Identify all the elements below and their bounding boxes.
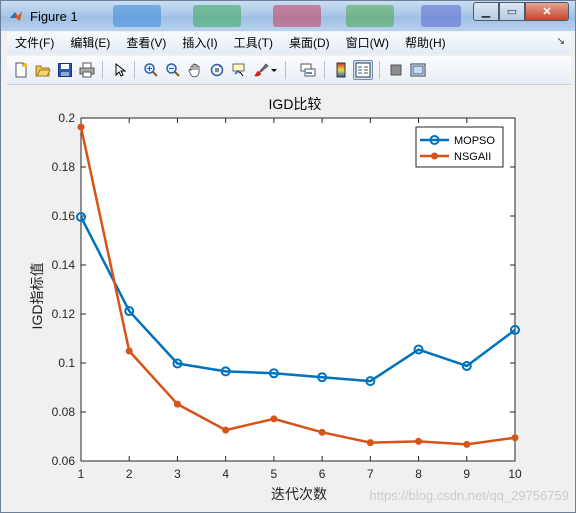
matlab-logo-icon <box>10 11 22 21</box>
x-tick-label: 8 <box>415 467 422 481</box>
legend[interactable]: MOPSO NSGAII <box>415 126 504 168</box>
menu-file[interactable]: 文件(F) <box>7 32 62 54</box>
x-tick-label: 2 <box>126 467 133 481</box>
data-point-nsgaii[interactable] <box>511 434 519 442</box>
data-point-nsgaii[interactable] <box>318 428 326 436</box>
x-tick-label: 5 <box>271 467 278 481</box>
menu-tools[interactable]: 工具(T) <box>226 32 281 54</box>
new-figure-icon[interactable] <box>11 60 31 80</box>
zoom-in-icon[interactable] <box>141 60 161 80</box>
rotate-3d-icon[interactable] <box>207 60 227 80</box>
y-tick-label: 0.08 <box>52 405 76 419</box>
save-icon[interactable] <box>55 60 75 80</box>
toolbar-separator <box>285 61 286 79</box>
zoom-out-icon[interactable] <box>163 60 183 80</box>
chart-title: IGD比较 <box>269 96 322 112</box>
legend-label-mopso: MOPSO <box>454 135 495 147</box>
y-tick-label: 0.18 <box>52 160 76 174</box>
menu-insert[interactable]: 插入(I) <box>174 32 225 54</box>
watermark: https://blog.csdn.net/qq_29756759 <box>370 488 570 503</box>
y-tick-label: 0.2 <box>58 111 75 125</box>
colorbar-icon[interactable] <box>331 60 351 80</box>
x-tick-label: 6 <box>319 467 326 481</box>
brush-dropdown-icon[interactable] <box>269 60 279 80</box>
y-axis-label: IGD指标值 <box>29 263 45 330</box>
menu-view[interactable]: 查看(V) <box>118 32 174 54</box>
x-tick-label: 9 <box>463 467 470 481</box>
y-tick-label: 0.16 <box>52 209 76 223</box>
toolbar-separator <box>379 61 380 79</box>
y-tick-label: 0.12 <box>52 307 76 321</box>
figure-canvas: 0.06 0.08 0.1 0.12 0.14 0.16 0.18 0.2 1 2 3 4 5 6 7 8 9… <box>7 85 571 508</box>
minimize-icon: ▁ <box>481 6 491 18</box>
data-point-nsgaii[interactable] <box>270 415 278 423</box>
data-point-nsgaii[interactable] <box>415 437 423 445</box>
figure-window: Figure 1 ▁ ▭ ✕ 文件(F) 编辑(E) 查看(V) 插入(I) 工… <box>0 0 576 513</box>
show-plot-tools-icon[interactable] <box>408 60 428 80</box>
y-tick-label: 0.06 <box>52 454 76 468</box>
menu-desktop[interactable]: 桌面(D) <box>281 32 338 54</box>
menu-dock-arrow-icon[interactable]: ↘ <box>557 36 565 47</box>
toolbar <box>7 56 571 85</box>
maximize-icon: ▭ <box>506 6 518 18</box>
plot-area <box>80 117 516 462</box>
data-point-nsgaii[interactable] <box>125 347 133 355</box>
close-button[interactable]: ✕ <box>525 2 569 21</box>
igd-line-chart: 0.06 0.08 0.1 0.12 0.14 0.16 0.18 0.2 1 2 3 4 5 6 7 8 9… <box>29 96 570 503</box>
close-icon: ✕ <box>542 6 552 18</box>
link-plot-icon[interactable] <box>298 60 318 80</box>
menu-help[interactable]: 帮助(H) <box>397 32 454 54</box>
hide-plot-tools-icon[interactable] <box>386 60 406 80</box>
x-tick-label: 7 <box>367 467 374 481</box>
brush-icon[interactable] <box>251 60 271 80</box>
y-tick-label: 0.1 <box>58 356 75 370</box>
toolbar-separator <box>102 61 103 79</box>
data-point-nsgaii[interactable] <box>366 439 374 447</box>
menu-edit[interactable]: 编辑(E) <box>62 32 118 54</box>
pan-icon[interactable] <box>185 60 205 80</box>
x-tick-label: 3 <box>174 467 181 481</box>
menu-bar: 文件(F) 编辑(E) 查看(V) 插入(I) 工具(T) 桌面(D) 窗口(W… <box>7 32 571 54</box>
x-tick-label: 10 <box>508 467 522 481</box>
menu-window[interactable]: 窗口(W) <box>338 32 397 54</box>
legend-label-nsgaii: NSGAII <box>454 151 491 163</box>
data-cursor-icon[interactable] <box>229 60 249 80</box>
print-icon[interactable] <box>77 60 97 80</box>
data-point-nsgaii[interactable] <box>173 400 181 408</box>
window-title: Figure 1 <box>30 9 78 24</box>
toolbar-separator <box>134 61 135 79</box>
maximize-button[interactable]: ▭ <box>499 2 525 21</box>
legend-icon[interactable] <box>353 60 373 80</box>
x-axis-label: 迭代次数 <box>271 486 327 502</box>
data-point-nsgaii[interactable] <box>77 123 85 131</box>
minimize-button[interactable]: ▁ <box>473 2 499 21</box>
pointer-icon[interactable] <box>109 60 129 80</box>
x-tick-label: 1 <box>78 467 85 481</box>
data-point-nsgaii[interactable] <box>222 426 230 434</box>
y-tick-label: 0.14 <box>52 258 76 272</box>
open-file-icon[interactable] <box>33 60 53 80</box>
toolbar-separator <box>324 61 325 79</box>
x-tick-label: 4 <box>222 467 229 481</box>
data-point-nsgaii[interactable] <box>463 440 471 448</box>
title-bar[interactable]: Figure 1 ▁ ▭ ✕ <box>1 1 575 31</box>
